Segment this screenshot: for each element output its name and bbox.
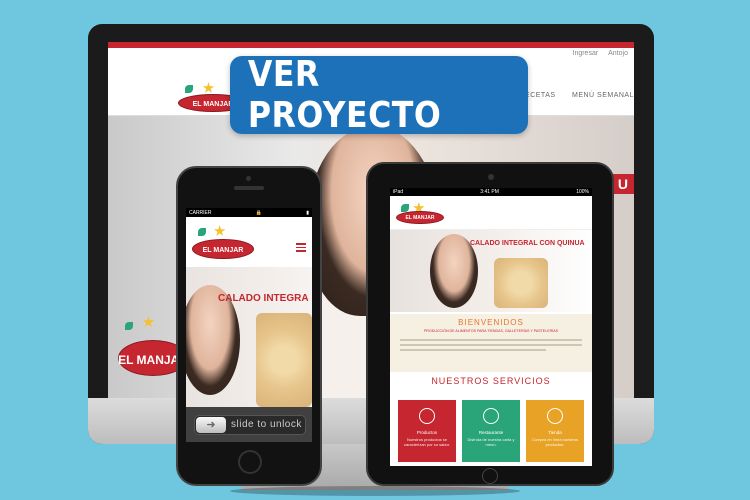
product-package-image xyxy=(256,313,312,407)
leaf-icon xyxy=(125,322,133,330)
logo-text: EL MANJAR xyxy=(405,214,435,221)
top-link-2[interactable]: Antojo xyxy=(608,50,628,57)
service-card-restaurante[interactable]: Restaurante Disfruta de nuestra carta y … xyxy=(462,400,520,462)
welcome-body-text xyxy=(400,339,582,351)
service-title: Productos xyxy=(416,430,438,435)
battery-icon: ▮ xyxy=(306,209,309,216)
service-desc: Nuestros productos se caracterizan por s… xyxy=(403,437,451,447)
camera-icon xyxy=(246,176,251,181)
services-title: NUESTROS SERVICIOS xyxy=(431,376,551,386)
service-card-tienda[interactable]: Tienda Compra en línea nuestros producto… xyxy=(526,400,584,462)
tablet-status-bar: iPad 3:41 PM 100% xyxy=(390,188,592,196)
phone-status-bar: CARRIER 🔒 ▮ xyxy=(186,208,312,217)
unlock-label: slide to unlock xyxy=(231,419,302,430)
lock-icon: 🔒 xyxy=(255,209,262,216)
desktop-top-links: Ingresar Antojo xyxy=(565,50,629,57)
phone-carrier: CARRIER xyxy=(189,209,212,216)
ver-proyecto-button[interactable]: VER PROYECTO xyxy=(230,54,528,136)
nav-item-menu-semanal[interactable]: MENÚ SEMANAL xyxy=(572,92,634,99)
login-link[interactable]: Ingresar xyxy=(573,50,599,57)
leaf-icon xyxy=(185,85,193,93)
logo-text: EL MANJAR xyxy=(202,246,244,254)
brand-logo[interactable]: EL MANJAR xyxy=(396,202,444,224)
tablet-screen: iPad 3:41 PM 100% EL MANJAR CALADO INTEG… xyxy=(390,188,592,466)
service-desc: Compra en línea nuestros productos. xyxy=(531,437,579,447)
phone-screen: CARRIER 🔒 ▮ EL MANJAR CALADO INTEGRA ➜ s… xyxy=(186,208,312,442)
tablet-hero-title: CALADO INTEGRAL CON QUINUA xyxy=(470,240,585,247)
welcome-subtitle: PRODUCCIÓN DE ALIMENTOS PARA TIENDAS, GA… xyxy=(423,329,558,333)
service-title: Tienda xyxy=(548,430,562,435)
brand-logo[interactable]: EL MANJAR xyxy=(192,225,254,259)
tablet-battery: 100% xyxy=(576,189,589,195)
unlock-slider[interactable]: ➜ slide to unlock xyxy=(194,415,306,435)
ver-proyecto-label: VER PROYECTO xyxy=(247,54,442,136)
star-icon xyxy=(213,225,226,236)
tablet-hero: CALADO INTEGRAL CON QUINUA xyxy=(390,230,592,312)
welcome-title: BIENVENIDOS xyxy=(458,318,524,327)
phone-device: CARRIER 🔒 ▮ EL MANJAR CALADO INTEGRA ➜ s… xyxy=(176,166,322,486)
service-desc: Disfruta de nuestra carta y menú. xyxy=(467,437,515,447)
service-card-productos[interactable]: Productos Nuestros productos se caracter… xyxy=(398,400,456,462)
hamburger-menu-icon[interactable] xyxy=(296,243,306,254)
monitor-shadow xyxy=(230,486,520,496)
tablet-carrier: iPad xyxy=(393,189,404,195)
home-button[interactable] xyxy=(482,468,498,484)
service-title: Restaurante xyxy=(478,430,504,435)
tablet-time: 3:41 PM xyxy=(480,189,499,195)
tablet-site-header: EL MANJAR xyxy=(390,196,592,230)
arrow-right-icon[interactable]: ➜ xyxy=(196,417,226,433)
hero-tag: U xyxy=(611,174,634,194)
welcome-section: BIENVENIDOS PRODUCCIÓN DE ALIMENTOS PARA… xyxy=(390,314,592,372)
leaf-icon xyxy=(198,228,207,237)
cutlery-icon xyxy=(483,408,499,424)
phone-site-header: EL MANJAR xyxy=(186,217,312,267)
shopping-bag-icon xyxy=(547,408,563,424)
speaker-grille xyxy=(234,186,264,190)
camera-icon xyxy=(488,174,494,180)
product-package-image xyxy=(494,258,548,308)
home-button[interactable] xyxy=(238,450,262,474)
star-icon xyxy=(142,316,155,327)
basket-icon xyxy=(419,408,435,424)
phone-hero-title: CALADO INTEGRA xyxy=(218,293,309,304)
phone-hero: CALADO INTEGRA xyxy=(186,267,312,407)
unlock-bar: ➜ slide to unlock xyxy=(186,407,312,442)
tablet-device: iPad 3:41 PM 100% EL MANJAR CALADO INTEG… xyxy=(366,162,614,486)
star-icon xyxy=(202,82,215,93)
